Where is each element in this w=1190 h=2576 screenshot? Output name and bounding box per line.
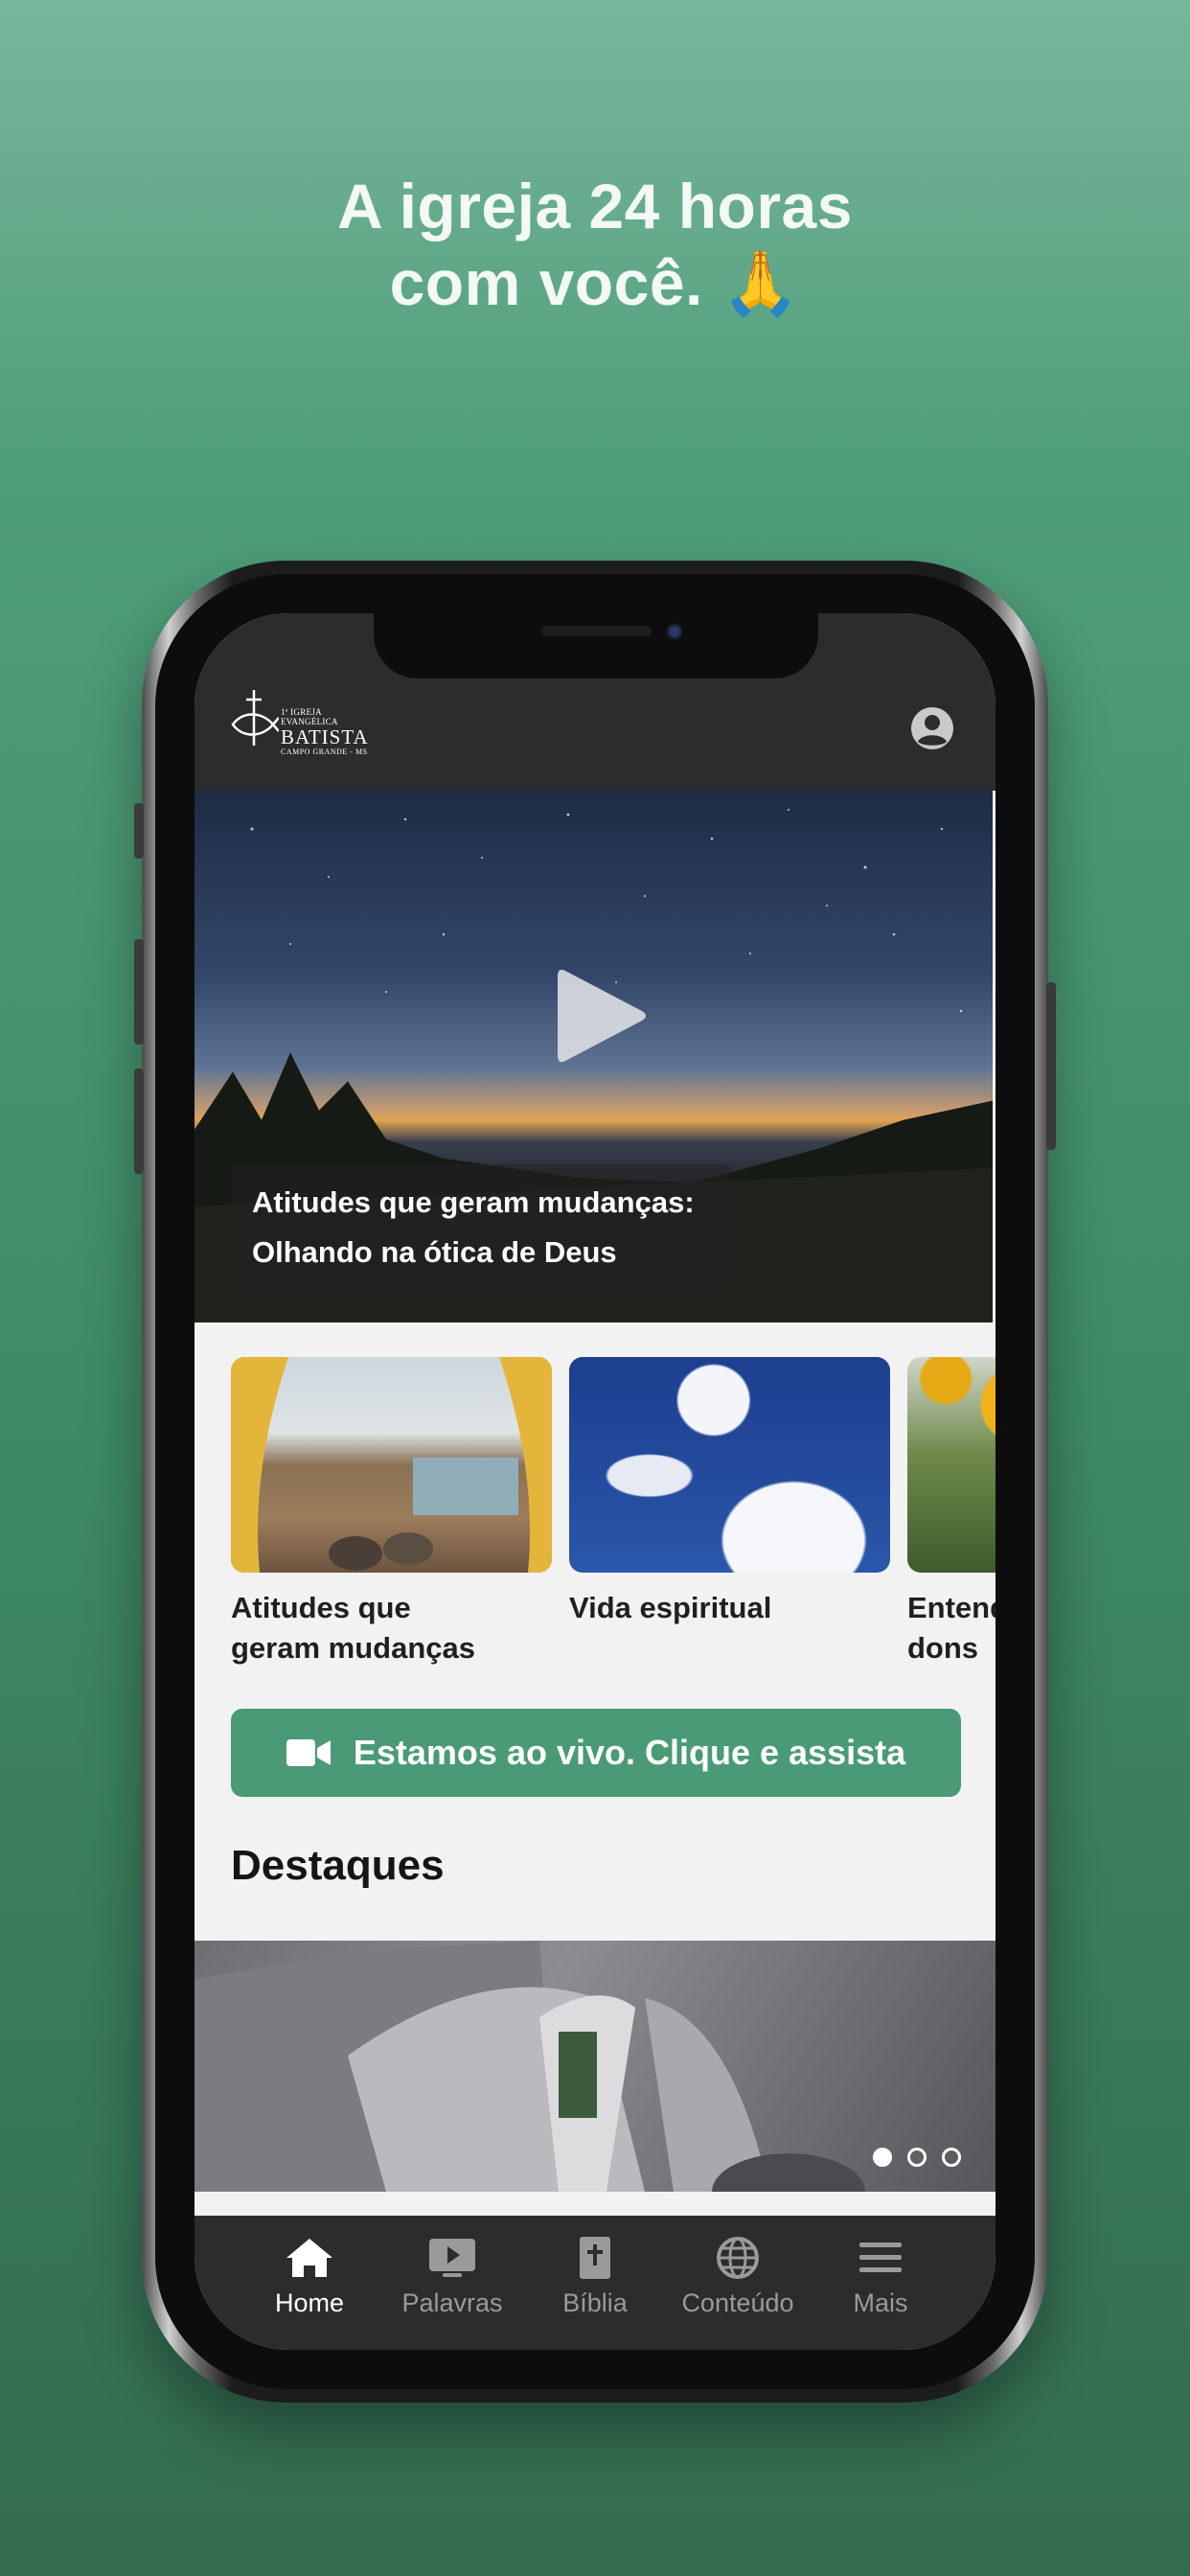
live-stream-label: Estamos ao vivo. Clique e assista xyxy=(353,1733,906,1772)
silent-switch xyxy=(134,803,144,859)
hero-title-line-2: Olhando na ótica de Deus xyxy=(252,1235,617,1269)
home-icon xyxy=(286,2239,332,2277)
carousel-dot[interactable] xyxy=(907,2148,927,2167)
bottom-tab-bar: Home Palavras Bíblia Conteúdo Mais xyxy=(195,2216,995,2350)
tab-home[interactable]: Home xyxy=(242,2235,377,2350)
fish-cross-icon xyxy=(231,690,279,746)
card-title-line-1: Vida espiritual xyxy=(569,1591,772,1624)
tab-mais[interactable]: Mais xyxy=(813,2235,948,2350)
user-circle-icon[interactable] xyxy=(909,705,955,751)
speaker-grille xyxy=(541,626,652,636)
series-card[interactable]: Atitudes que geram mudanças xyxy=(231,1357,552,1668)
card-title: Entend dons xyxy=(907,1588,995,1668)
volume-down-button xyxy=(134,1069,144,1174)
promo-headline: A igreja 24 horas com você. 🙏 xyxy=(0,168,1190,322)
live-stream-button[interactable]: Estamos ao vivo. Clique e assista xyxy=(231,1709,961,1797)
video-camera-icon xyxy=(286,1739,331,1766)
series-carousel[interactable]: Atitudes que geram mudanças Vida espirit… xyxy=(231,1357,995,1673)
card-title: Atitudes que geram mudanças xyxy=(231,1588,552,1668)
card-title-line-1: Atitudes que xyxy=(231,1591,411,1624)
carousel-pagination xyxy=(873,2148,961,2167)
logo-text: 1ª IGREJA EVANGÉLICA BATISTA CAMPO GRAND… xyxy=(281,707,369,756)
series-card[interactable]: Vida espiritual xyxy=(569,1357,890,1628)
card-image-clouds xyxy=(569,1357,890,1573)
carousel-dot-active[interactable] xyxy=(873,2148,892,2167)
tab-biblia-label: Bíblia xyxy=(562,2288,628,2317)
power-button xyxy=(1046,982,1056,1150)
tab-biblia[interactable]: Bíblia xyxy=(528,2235,662,2350)
play-icon[interactable] xyxy=(554,963,650,1069)
volume-up-button xyxy=(134,939,144,1045)
headline-line-1: A igreja 24 horas xyxy=(337,171,853,242)
tab-home-label: Home xyxy=(274,2288,345,2317)
hero-title-line-1: Atitudes que geram mudanças: xyxy=(252,1185,695,1219)
series-card[interactable]: Entend dons xyxy=(907,1357,995,1668)
card-image-sunflowers xyxy=(907,1357,995,1573)
tab-mais-label: Mais xyxy=(853,2288,908,2317)
card-title-line-2: dons xyxy=(907,1631,979,1665)
tab-palavras[interactable]: Palavras xyxy=(385,2235,519,2350)
front-camera xyxy=(666,623,683,640)
globe-icon xyxy=(717,2237,759,2279)
card-title-line-1: Entend xyxy=(907,1591,995,1624)
card-image-tent xyxy=(231,1357,552,1573)
headline-line-2: com você. 🙏 xyxy=(0,244,1190,322)
carousel-dot[interactable] xyxy=(942,2148,961,2167)
logo-line-top: 1ª IGREJA EVANGÉLICA xyxy=(281,707,338,726)
phone-screen: 1ª IGREJA EVANGÉLICA BATISTA CAMPO GRAND… xyxy=(195,613,995,2350)
tab-conteudo-label: Conteúdo xyxy=(681,2288,794,2317)
tab-conteudo[interactable]: Conteúdo xyxy=(671,2235,805,2350)
hero-video[interactable]: Atitudes que geram mudanças: Olhando na … xyxy=(195,791,993,1322)
church-logo[interactable]: 1ª IGREJA EVANGÉLICA BATISTA CAMPO GRAND… xyxy=(231,690,369,761)
praying-hands-emoji: 🙏 xyxy=(721,246,801,320)
tent-view-illustration xyxy=(231,1357,552,1573)
logo-line-bottom: CAMPO GRANDE - MS xyxy=(281,748,368,756)
menu-icon xyxy=(859,2242,902,2272)
card-title-line-2: geram mudanças xyxy=(231,1631,475,1665)
tab-palavras-label: Palavras xyxy=(401,2288,503,2317)
headline-line-2-text: com você. xyxy=(389,247,703,318)
hero-caption: Atitudes que geram mudanças: Olhando na … xyxy=(233,1164,731,1294)
notch xyxy=(374,613,818,678)
featured-carousel[interactable] xyxy=(195,1941,995,2192)
video-play-icon xyxy=(429,2239,475,2277)
bible-icon xyxy=(580,2237,610,2279)
card-title: Vida espiritual xyxy=(569,1588,890,1628)
logo-line-main: BATISTA xyxy=(281,725,369,748)
section-title-destaques: Destaques xyxy=(231,1842,445,1889)
